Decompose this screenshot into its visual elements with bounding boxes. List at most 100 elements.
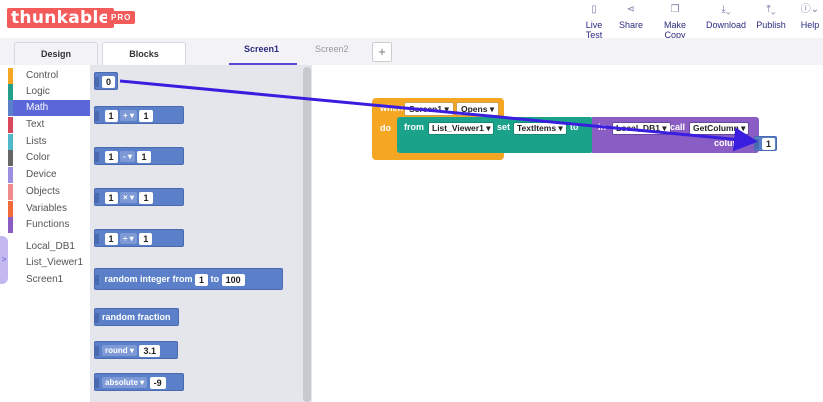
sidebar-item-text[interactable]: Text: [8, 117, 90, 133]
live-test-label: Live Test: [585, 20, 603, 40]
sidebar-item-logic[interactable]: Logic: [8, 84, 90, 100]
download-button[interactable]: ⤓⌄ Download: [706, 4, 746, 30]
help-button[interactable]: ⓘ⌄ Help: [799, 4, 821, 30]
help-label: Help: [800, 20, 820, 30]
tab-design[interactable]: Design: [14, 42, 98, 65]
operand-b[interactable]: 1: [137, 150, 151, 163]
download-label: Download: [706, 20, 747, 30]
round-value[interactable]: 3.1: [139, 344, 160, 357]
operator-dropdown[interactable]: - ▾: [120, 151, 135, 163]
copy-icon: ❐: [670, 4, 680, 15]
phone-icon: ▯: [591, 4, 597, 15]
database-dropdown-value: Local_DB1: [616, 123, 660, 133]
random-integer-block[interactable]: random integer from 1 to 100: [94, 268, 283, 290]
event-dropdown-value: Opens: [461, 104, 488, 114]
absolute-dropdown[interactable]: absolute ▾: [102, 377, 148, 389]
publish-label: Publish: [756, 20, 786, 30]
component-dropdown-value: List_Viewer1: [432, 123, 484, 133]
round-label: round: [105, 346, 128, 356]
sidebar-item-local-db1[interactable]: Local_DB1: [26, 241, 75, 252]
block-connector: [95, 76, 99, 87]
make-copy-button[interactable]: ❐ Make Copy: [654, 4, 696, 40]
random-fraction-block[interactable]: random fraction: [94, 308, 179, 326]
category-color-bar: [8, 184, 13, 200]
help-icon: ⓘ⌄: [800, 4, 820, 15]
thunkable-logo[interactable]: thunkable: [7, 8, 115, 28]
absolute-value[interactable]: -9: [149, 376, 166, 389]
event-dropdown[interactable]: Opens ▾: [456, 102, 500, 116]
sidebar-item-objects[interactable]: Objects: [8, 184, 90, 200]
random-integer-label: random integer from: [104, 274, 193, 284]
multiply-block[interactable]: 1 × ▾ 1: [94, 188, 184, 206]
operand-a[interactable]: 1: [104, 150, 118, 163]
live-test-button[interactable]: ▯ Live Test: [577, 4, 611, 40]
operand-b[interactable]: 1: [139, 232, 153, 245]
column-number-block[interactable]: 1: [754, 136, 777, 151]
operator-dropdown[interactable]: ÷ ▾: [120, 233, 137, 245]
operator-symbol: +: [123, 111, 128, 121]
round-block[interactable]: round ▾ 3.1: [94, 341, 178, 359]
random-fraction-label: random fraction: [102, 312, 171, 322]
sidebar-item-lists[interactable]: Lists: [8, 134, 90, 150]
column-value[interactable]: 1: [762, 137, 776, 150]
add-screen-button[interactable]: +: [372, 42, 392, 62]
block-connector: [95, 233, 99, 244]
category-color-bar: [8, 117, 13, 133]
operator-dropdown[interactable]: × ▾: [120, 192, 137, 204]
category-color-bar: [8, 84, 13, 100]
random-from-value[interactable]: 1: [195, 273, 209, 286]
database-dropdown[interactable]: Local_DB1 ▾: [612, 122, 671, 135]
sidebar-item-control[interactable]: Control: [8, 68, 90, 84]
number-value[interactable]: 0: [102, 75, 116, 88]
block-connector: [95, 151, 99, 162]
screen-dropdown[interactable]: Screen1 ▾: [404, 102, 454, 116]
blocks-sidebar: Control Logic Math Text Lists Color Devi…: [8, 65, 90, 402]
screen-tab-screen1[interactable]: Screen1: [244, 44, 279, 54]
sidebar-item-variables[interactable]: Variables: [8, 201, 90, 217]
share-button[interactable]: ⋖ Share: [618, 4, 644, 30]
property-dropdown[interactable]: TextItems ▾: [513, 122, 567, 135]
sidebar-item-color[interactable]: Color: [8, 150, 90, 166]
logo-text: thunkable: [11, 8, 111, 28]
operand-a[interactable]: 1: [104, 109, 118, 122]
collapse-toggle[interactable]: >: [0, 236, 8, 284]
screen-dropdown-value: Screen1: [409, 104, 443, 114]
flyout-scrollbar[interactable]: [303, 67, 311, 402]
operand-b[interactable]: 1: [139, 109, 153, 122]
operand-a[interactable]: 1: [104, 191, 118, 204]
category-color-bar: [8, 167, 13, 183]
share-icon: ⋖: [626, 4, 636, 15]
block-connector: [95, 377, 99, 388]
sidebar-item-label: Math: [26, 102, 49, 113]
sidebar-item-screen1[interactable]: Screen1: [26, 274, 63, 285]
number-block[interactable]: 0: [94, 72, 118, 90]
operator-dropdown[interactable]: + ▾: [120, 110, 137, 122]
divide-block[interactable]: 1 ÷ ▾ 1: [94, 229, 184, 247]
sidebar-item-device[interactable]: Device: [8, 167, 90, 183]
absolute-block[interactable]: absolute ▾ -9: [94, 373, 184, 391]
to-label: to: [570, 122, 579, 132]
sidebar-item-list-viewer1[interactable]: List_Viewer1: [26, 257, 83, 268]
operand-b[interactable]: 1: [139, 191, 153, 204]
add-block[interactable]: 1 + ▾ 1: [94, 106, 184, 124]
tab-blocks[interactable]: Blocks: [102, 42, 186, 65]
call-label: call: [670, 122, 686, 132]
round-dropdown[interactable]: round ▾: [102, 345, 137, 357]
sidebar-item-math[interactable]: Math: [8, 100, 90, 116]
make-copy-label: Make Copy: [663, 20, 686, 40]
tab-row: Design Blocks Screen1 Screen2 +: [0, 38, 823, 65]
sidebar-item-label: Variables: [26, 203, 67, 214]
operator-symbol: ×: [123, 193, 128, 203]
screen-tab-screen2[interactable]: Screen2: [315, 44, 349, 54]
component-dropdown[interactable]: List_Viewer1 ▾: [428, 122, 495, 135]
category-color-bar: [8, 150, 13, 166]
operator-symbol: -: [123, 152, 126, 162]
sidebar-item-label: Control: [26, 70, 59, 81]
sidebar-item-functions[interactable]: Functions: [8, 217, 90, 233]
random-to-value[interactable]: 100: [221, 273, 245, 286]
operand-a[interactable]: 1: [104, 232, 118, 245]
publish-button[interactable]: ⤒⌄ Publish: [756, 4, 786, 30]
method-dropdown[interactable]: GetColumn ▾: [689, 122, 750, 135]
pro-badge: PRO: [107, 11, 136, 24]
subtract-block[interactable]: 1 - ▾ 1: [94, 147, 184, 165]
